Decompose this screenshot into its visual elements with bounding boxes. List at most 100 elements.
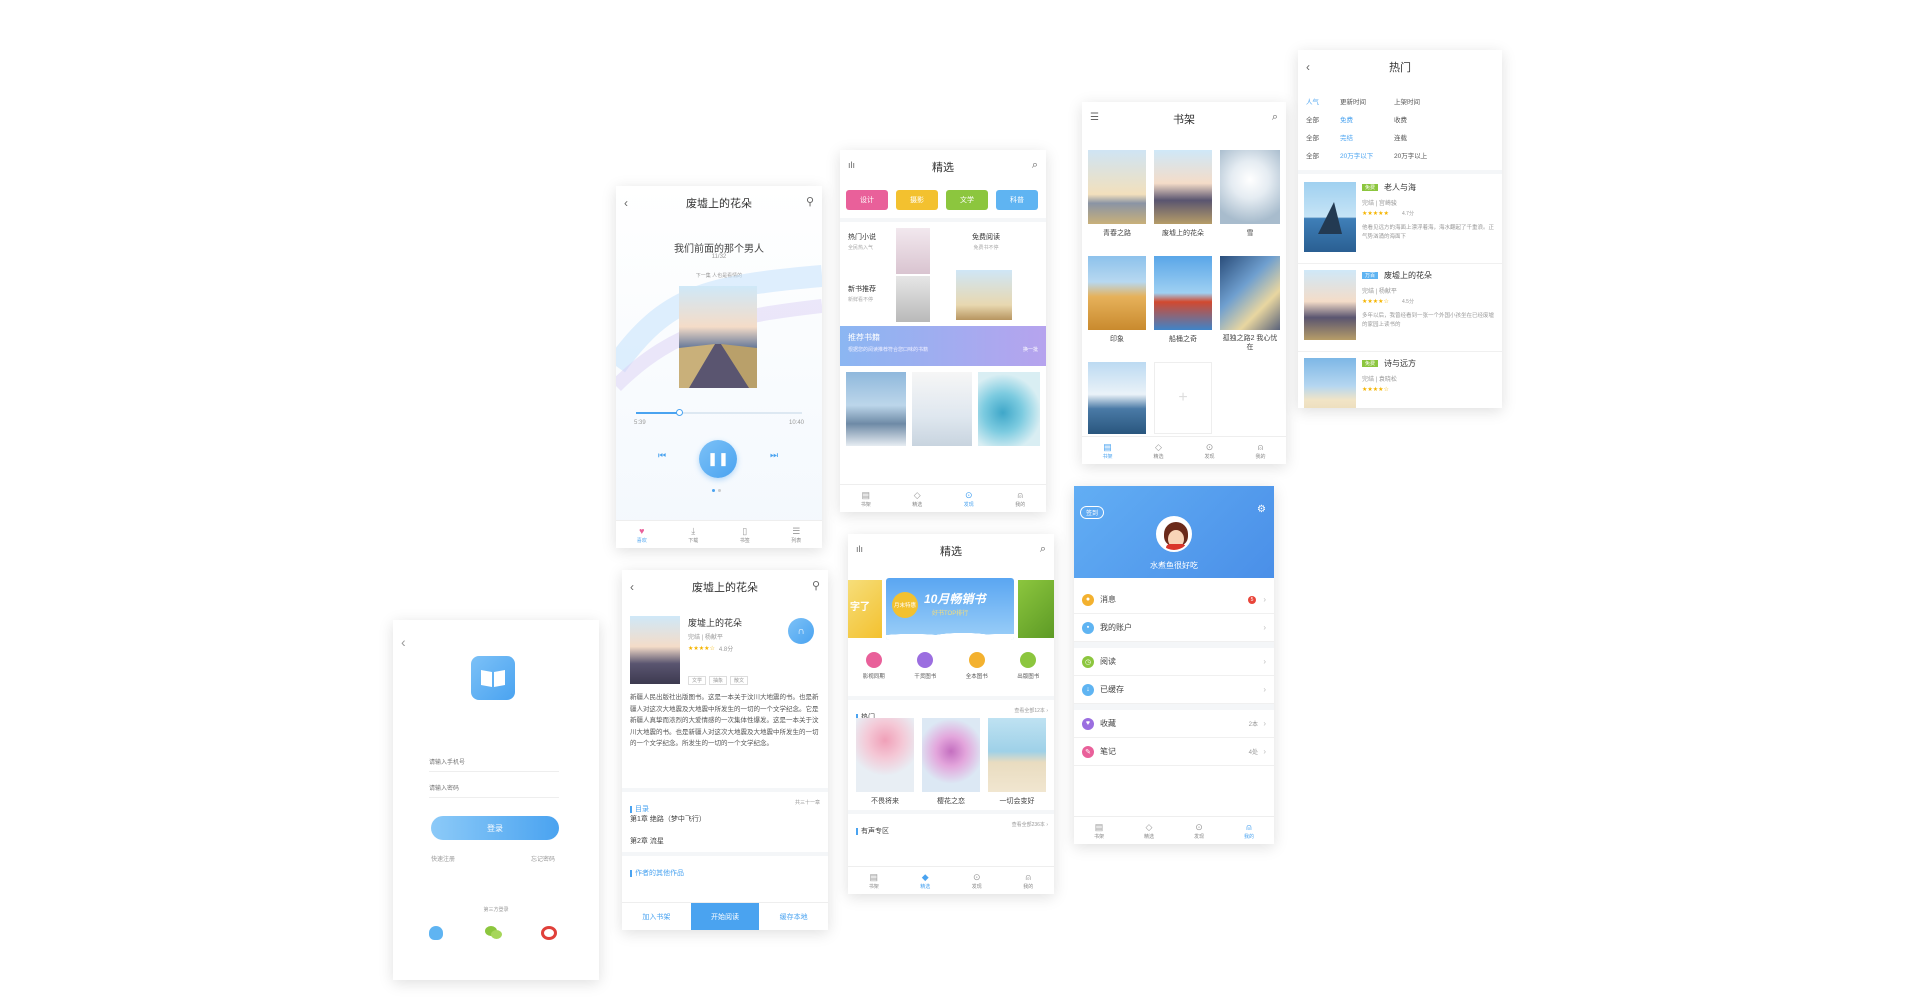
ranking-icon[interactable]: ılı [848, 160, 855, 170]
wechat-icon[interactable] [485, 926, 503, 940]
shelf-book-1[interactable] [1088, 150, 1146, 224]
search-icon[interactable]: ⌕ [1272, 111, 1278, 124]
back-icon[interactable]: ‹ [624, 196, 628, 210]
menu-item-favorites[interactable]: ♥ 收藏 2本 › [1074, 710, 1274, 738]
filter-option[interactable]: 收费 [1394, 117, 1407, 124]
free-read-entry[interactable]: 免费阅读 免费书不停 [972, 232, 1000, 251]
menu-item-account[interactable]: ▪ 我的账户 › [1074, 614, 1274, 642]
menu-item-message[interactable]: ● 消息 5 › [1074, 586, 1274, 614]
pause-button[interactable]: ❚❚ [699, 440, 737, 478]
tab-select[interactable]: ◇ 精选 [1124, 817, 1174, 844]
hot-book-2[interactable] [922, 718, 980, 792]
back-icon[interactable]: ‹ [630, 580, 634, 594]
list-item[interactable]: 万百 废墟上的花朵 完结 | 杨献平 ★★★★☆ 4.5分 多年以后，我曾经看到… [1298, 264, 1502, 352]
tab-mine[interactable]: ⍝ 我的 [1235, 437, 1286, 464]
search-icon[interactable]: ⌕ [1040, 543, 1046, 556]
shelf-book-4[interactable] [1088, 256, 1146, 330]
category-chip[interactable]: 科普 [996, 190, 1038, 210]
add-shelf-button[interactable]: 加入书架 [622, 903, 691, 930]
hot-more[interactable]: 查看全部12本 › [1014, 707, 1048, 714]
settings-icon[interactable]: ⚙ [1257, 504, 1266, 515]
recommend-book-3[interactable] [978, 372, 1040, 446]
category-item[interactable]: 出版图书 [1017, 652, 1039, 692]
phone-field[interactable] [429, 754, 559, 772]
progress-track[interactable] [636, 409, 802, 416]
category-chip[interactable]: 文学 [946, 190, 988, 210]
register-link[interactable]: 快速注册 [431, 854, 455, 863]
chapter-item[interactable]: 第2章 流星 [630, 836, 664, 846]
hot-book-3[interactable] [988, 718, 1046, 792]
shelf-book-3[interactable] [1220, 150, 1280, 224]
toc-header[interactable]: 目录 共三十一章 [622, 788, 828, 813]
tab-select[interactable]: ◇ 精选 [892, 485, 944, 512]
filter-option[interactable]: 免费 [1340, 112, 1394, 130]
list-item[interactable]: 免费 诗与远方 完结 | 袁晓松 ★★★★☆ [1298, 352, 1502, 408]
tab-download[interactable]: ⤓ 下载 [668, 521, 720, 548]
menu-item-cached[interactable]: ↓ 已缓存 › [1074, 676, 1274, 704]
category-item[interactable]: 全本图书 [966, 652, 988, 692]
recommend-banner[interactable]: 推荐书籍 根据您的阅读推荐符合您口味的书籍 换一批 [840, 326, 1046, 366]
menu-item-history[interactable]: ◷ 阅读 › [1074, 648, 1274, 676]
tab-discover[interactable]: ⊙ 发现 [943, 485, 995, 512]
prev-icon[interactable]: ⏮ [658, 450, 666, 461]
filter-option[interactable]: 全部 [1306, 112, 1340, 130]
main-banner[interactable]: 月末特惠 10月畅销书 好书TOP排行 [886, 578, 1014, 640]
tab-select[interactable]: ◇ 精选 [1133, 437, 1184, 464]
shelf-book-5[interactable] [1154, 256, 1212, 330]
tab-like[interactable]: ♥ 喜欢 [616, 521, 668, 548]
password-field[interactable] [429, 780, 559, 798]
recommend-book-2[interactable] [912, 372, 972, 446]
tab-discover[interactable]: ⊙ 发现 [1184, 437, 1235, 464]
filter-option[interactable]: 全部 [1306, 148, 1340, 166]
cache-button[interactable]: 缓存本地 [759, 903, 828, 930]
filter-option[interactable]: 全部 [1306, 130, 1340, 148]
audio-more[interactable]: 查看全部236本 › [1012, 821, 1048, 828]
avatar[interactable] [1156, 516, 1192, 552]
login-button[interactable]: 登录 [431, 816, 559, 840]
listen-button[interactable]: ∩ [788, 618, 814, 644]
next-icon[interactable]: ⏭ [770, 450, 778, 461]
menu-icon[interactable]: ☰ [1090, 112, 1099, 123]
filter-option[interactable]: 更新时间 [1340, 94, 1394, 112]
progress-knob[interactable] [676, 409, 684, 416]
filter-option[interactable]: 连载 [1394, 135, 1407, 142]
tag[interactable]: 文学 [688, 676, 707, 685]
tab-shelf[interactable]: ▤ 书架 [1074, 817, 1124, 844]
tab-mine[interactable]: ⍝ 我的 [1224, 817, 1274, 844]
tab-mine[interactable]: ⍝ 我的 [995, 485, 1047, 512]
hot-book-1[interactable] [856, 718, 914, 792]
filter-option[interactable]: 人气 [1306, 94, 1340, 112]
side-banner-left[interactable]: 字了 [848, 580, 882, 638]
add-book-button[interactable]: + [1154, 362, 1212, 434]
shelf-book-6[interactable] [1220, 256, 1280, 330]
forgot-link[interactable]: 忘记密码 [531, 854, 555, 863]
search-icon[interactable]: ⌕ [1032, 159, 1038, 172]
new-book-entry[interactable]: 新书推荐 新鲜看不停 [848, 284, 876, 303]
start-read-button[interactable]: 开始阅读 [690, 903, 760, 930]
sign-in-button[interactable]: 签到 [1080, 506, 1105, 519]
refresh-button[interactable]: 换一批 [1023, 346, 1038, 353]
ranking-icon[interactable]: ılı [856, 544, 863, 554]
shelf-book-7[interactable] [1088, 362, 1146, 434]
category-chip[interactable]: 设计 [846, 190, 888, 210]
side-banner-right[interactable] [1018, 580, 1054, 638]
tab-discover[interactable]: ⊙ 发现 [951, 867, 1003, 894]
tag[interactable]: 抽象 [709, 676, 728, 685]
tab-bookmark[interactable]: ▯ 书签 [719, 521, 771, 548]
category-chip[interactable]: 摄影 [896, 190, 938, 210]
tab-shelf[interactable]: ▤ 书架 [840, 485, 892, 512]
filter-option[interactable]: 上架时间 [1394, 99, 1420, 106]
weibo-icon[interactable] [541, 926, 557, 940]
shelf-book-2[interactable] [1154, 150, 1212, 224]
tab-discover[interactable]: ⊙ 发现 [1174, 817, 1224, 844]
share-icon[interactable]: ⚲ [812, 579, 820, 592]
back-icon[interactable]: ‹ [1306, 60, 1310, 74]
tab-mine[interactable]: ⍝ 我的 [1003, 867, 1055, 894]
tab-list[interactable]: ☰ 列表 [771, 521, 823, 548]
menu-item-notes[interactable]: ✎ 笔记 4处 › [1074, 738, 1274, 766]
category-item[interactable]: 影视同期 [863, 652, 885, 692]
back-icon[interactable]: ‹ [401, 634, 406, 650]
list-item[interactable]: 免费 老人与海 完结 | 宫崎骏 ★★★★★ 4.7分 他看见远方的海面上漂浮着… [1298, 176, 1502, 264]
filter-option[interactable]: 20万字以下 [1340, 148, 1394, 166]
filter-option[interactable]: 完结 [1340, 130, 1394, 148]
